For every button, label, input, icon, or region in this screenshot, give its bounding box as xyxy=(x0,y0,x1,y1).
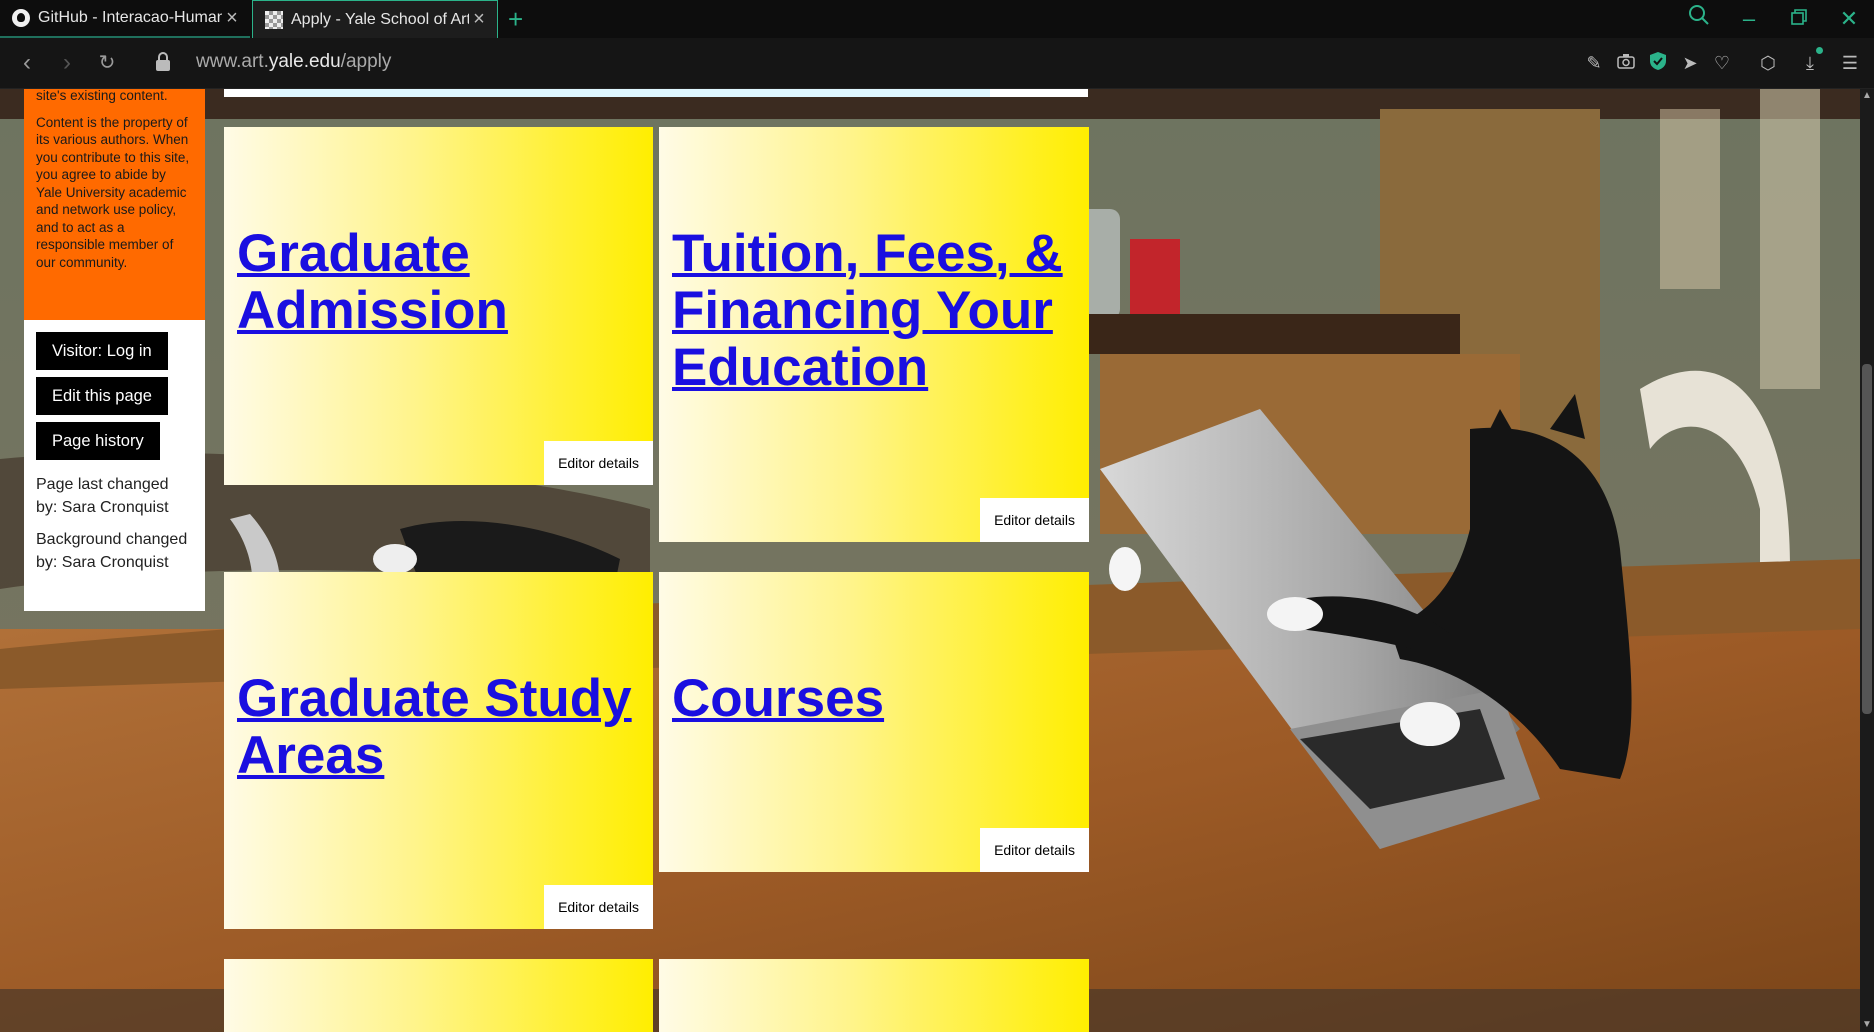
page-history-button[interactable]: Page history xyxy=(36,422,160,460)
bg-changed-label: Background changed xyxy=(36,531,188,548)
card-tuition-fees: Tuition, Fees, & Financing Your Educatio… xyxy=(659,127,1089,542)
tab-github[interactable]: GitHub - Interacao-Human × xyxy=(0,0,250,38)
forward-icon[interactable]: › xyxy=(52,48,82,78)
reload-icon[interactable]: ↻ xyxy=(92,48,122,78)
restore-icon[interactable] xyxy=(1782,4,1816,34)
editor-details-button[interactable]: Editor details xyxy=(980,828,1089,872)
tab-title: Apply - Yale School of Art xyxy=(291,10,469,28)
page-changed-by: by: Sara Cronquist xyxy=(36,499,169,516)
editor-details-button[interactable]: Editor details xyxy=(980,498,1089,542)
lock-icon[interactable] xyxy=(156,52,170,72)
settings-sliders-icon[interactable]: ☰ xyxy=(1838,51,1862,75)
send-icon[interactable]: ➤ xyxy=(1678,51,1702,75)
url-prefix: www.art. xyxy=(196,51,269,72)
close-window-icon[interactable]: ✕ xyxy=(1832,4,1866,34)
close-tab-icon[interactable]: × xyxy=(469,8,489,31)
card-partial xyxy=(224,959,653,1032)
scrollbar-thumb[interactable] xyxy=(1862,364,1872,714)
scroll-up-icon[interactable]: ▲ xyxy=(1860,89,1874,103)
edit-icon[interactable]: ✎ xyxy=(1582,51,1606,75)
tab-title: GitHub - Interacao-Human xyxy=(38,9,222,26)
tab-apply[interactable]: Apply - Yale School of Art × xyxy=(252,0,498,38)
close-tab-icon[interactable]: × xyxy=(222,7,242,30)
courses-link[interactable]: Courses xyxy=(672,670,884,727)
tab-bar: GitHub - Interacao-Human × Apply - Yale … xyxy=(0,0,1874,38)
card-bottom-edge-glow xyxy=(270,89,990,97)
login-button[interactable]: Visitor: Log in xyxy=(36,332,168,370)
checkerboard-icon xyxy=(265,10,283,29)
page-actions-panel: Visitor: Log in Edit this page Page hist… xyxy=(24,320,205,611)
card-partial xyxy=(659,959,1089,1032)
minimize-icon[interactable]: – xyxy=(1732,4,1766,34)
page-last-changed: Page last changed by: Sara Cronquist xyxy=(36,473,193,519)
shield-icon[interactable] xyxy=(1646,51,1670,75)
background-changed: Background changed by: Sara Cronquist xyxy=(36,528,193,574)
graduate-study-areas-link[interactable]: Graduate Study Areas xyxy=(237,670,653,784)
address-bar: ‹ › ↻ www.art.yale.edu/apply ✎ ➤ ♡ ⬡ ⤓ ☰ xyxy=(0,38,1874,89)
card-courses: Courses Editor details xyxy=(659,572,1089,872)
bg-changed-by: by: Sara Cronquist xyxy=(36,554,169,571)
editor-details-button[interactable]: Editor details xyxy=(544,441,653,485)
edit-page-button[interactable]: Edit this page xyxy=(36,377,168,415)
url-field[interactable]: www.art.yale.edu/apply xyxy=(196,51,391,73)
github-icon xyxy=(12,9,30,27)
page-viewport[interactable]: site's existing content. Content is the … xyxy=(0,89,1874,1032)
url-path: /apply xyxy=(340,51,392,72)
download-badge xyxy=(1816,47,1823,54)
card-graduate-admission: Graduate Admission Editor details xyxy=(224,127,653,485)
graduate-admission-link[interactable]: Graduate Admission xyxy=(237,225,653,339)
download-icon[interactable]: ⤓ xyxy=(1798,51,1822,75)
card-graduate-study-areas: Graduate Study Areas Editor details xyxy=(224,572,653,929)
editor-details-button[interactable]: Editor details xyxy=(544,885,653,929)
camera-icon[interactable] xyxy=(1614,51,1638,75)
notice-body: Content is the property of its various a… xyxy=(36,114,190,270)
cube-icon[interactable]: ⬡ xyxy=(1756,51,1780,75)
heart-icon[interactable]: ♡ xyxy=(1710,51,1734,75)
search-icon[interactable] xyxy=(1682,4,1716,34)
scroll-down-icon[interactable]: ▼ xyxy=(1860,1018,1874,1032)
back-icon[interactable]: ‹ xyxy=(12,48,42,78)
notice-top: site's existing content. xyxy=(36,89,168,103)
page-changed-label: Page last changed xyxy=(36,476,169,493)
url-host: yale.edu xyxy=(268,51,341,72)
tuition-fees-link[interactable]: Tuition, Fees, & Financing Your Educatio… xyxy=(672,225,1075,396)
new-tab-button[interactable]: + xyxy=(508,4,523,34)
